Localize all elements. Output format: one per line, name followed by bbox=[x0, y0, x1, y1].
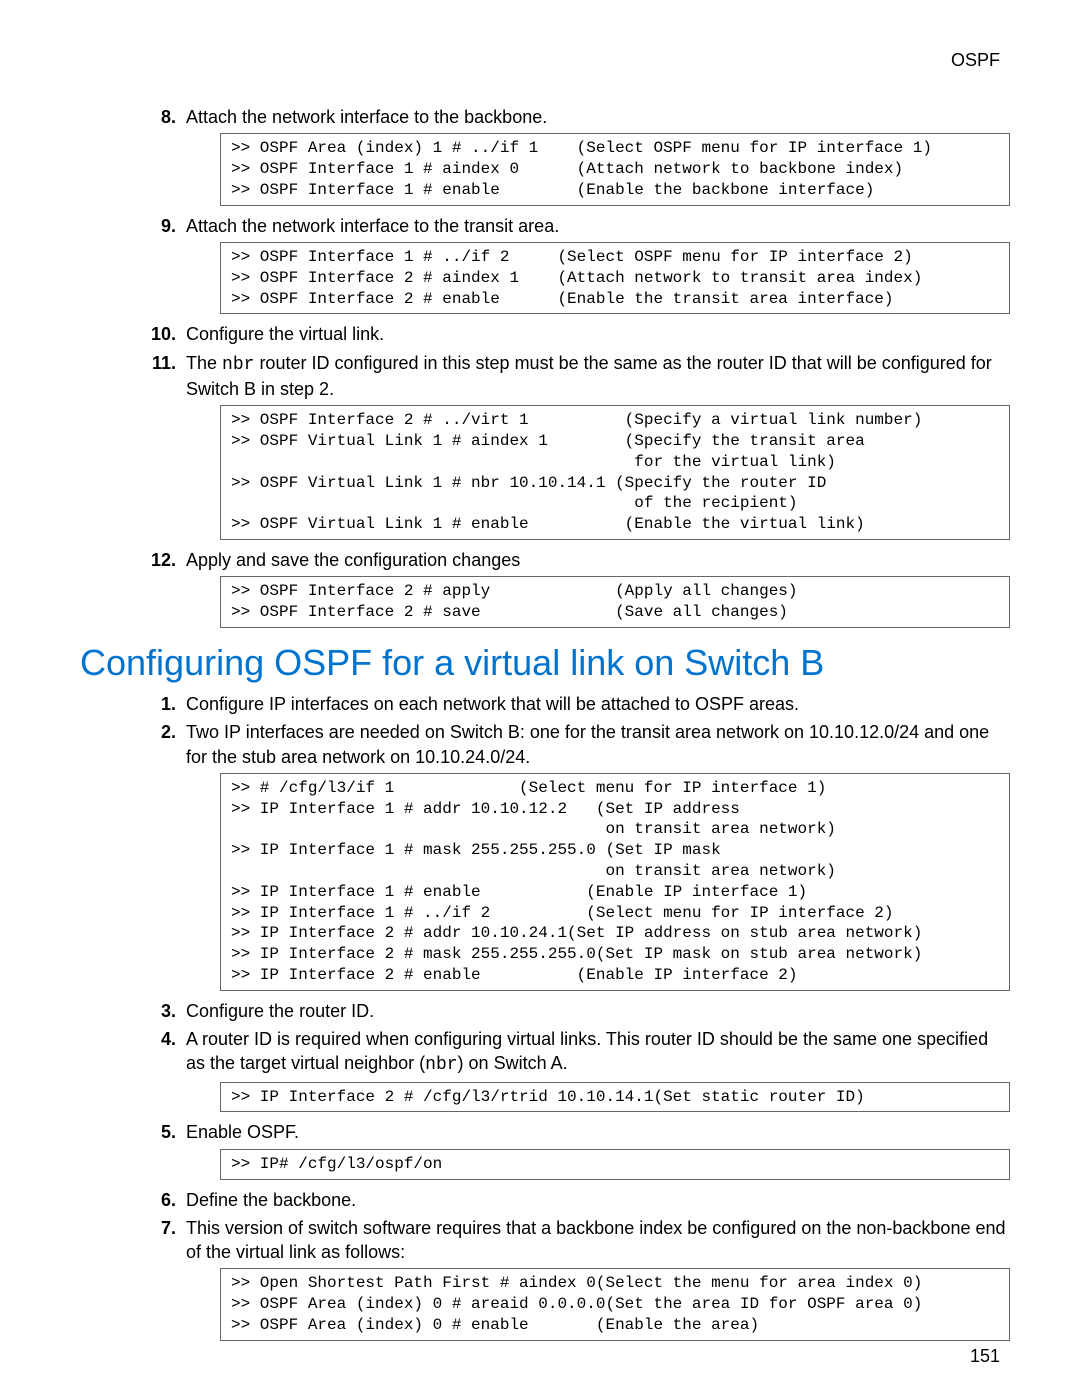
step-text-pre: The bbox=[186, 353, 222, 373]
step-text-post: ) on Switch A. bbox=[458, 1053, 568, 1073]
step-text: Configure the virtual link. bbox=[186, 322, 1010, 346]
code-block: >> Open Shortest Path First # aindex 0(S… bbox=[220, 1268, 1010, 1340]
step-number: 5. bbox=[142, 1120, 176, 1144]
code-block: >> OSPF Area (index) 1 # ../if 1 (Select… bbox=[220, 133, 1010, 205]
step-text: Two IP interfaces are needed on Switch B… bbox=[186, 720, 1010, 769]
step-text-post: router ID configured in this step must b… bbox=[186, 353, 992, 399]
step-row: 7. This version of switch software requi… bbox=[80, 1216, 1010, 1265]
step-row: 8. Attach the network interface to the b… bbox=[80, 105, 1010, 129]
code-block: >> IP# /cfg/l3/ospf/on bbox=[220, 1149, 1010, 1180]
step-row: 4. A router ID is required when configur… bbox=[80, 1027, 1010, 1078]
step-text: Define the backbone. bbox=[186, 1188, 1010, 1212]
step-number: 10. bbox=[142, 322, 176, 346]
step-number: 11. bbox=[142, 351, 176, 375]
step-row: 2. Two IP interfaces are needed on Switc… bbox=[80, 720, 1010, 769]
step-text: A router ID is required when configuring… bbox=[186, 1027, 1010, 1078]
step-row: 5. Enable OSPF. bbox=[80, 1120, 1010, 1144]
code-block: >> # /cfg/l3/if 1 (Select menu for IP in… bbox=[220, 773, 1010, 991]
step-number: 8. bbox=[142, 105, 176, 129]
inline-code: nbr bbox=[222, 355, 254, 375]
step-text: The nbr router ID configured in this ste… bbox=[186, 351, 1010, 402]
step-number: 4. bbox=[142, 1027, 176, 1051]
step-row: 6. Define the backbone. bbox=[80, 1188, 1010, 1212]
code-block: >> OSPF Interface 2 # apply (Apply all c… bbox=[220, 576, 1010, 628]
step-number: 12. bbox=[142, 548, 176, 572]
step-text: Attach the network interface to the back… bbox=[186, 105, 1010, 129]
step-number: 6. bbox=[142, 1188, 176, 1212]
code-block: >> OSPF Interface 1 # ../if 2 (Select OS… bbox=[220, 242, 1010, 314]
step-number: 3. bbox=[142, 999, 176, 1023]
step-row: 3. Configure the router ID. bbox=[80, 999, 1010, 1023]
code-block: >> IP Interface 2 # /cfg/l3/rtrid 10.10.… bbox=[220, 1082, 1010, 1113]
section-heading: Configuring OSPF for a virtual link on S… bbox=[80, 642, 1010, 684]
step-text-pre: A router ID is required when configuring… bbox=[186, 1029, 988, 1073]
document-page: OSPF 8. Attach the network interface to … bbox=[0, 0, 1080, 1397]
step-text: Enable OSPF. bbox=[186, 1120, 1010, 1144]
page-number: 151 bbox=[970, 1346, 1000, 1367]
step-text: Apply and save the configuration changes bbox=[186, 548, 1010, 572]
page-header-right: OSPF bbox=[951, 50, 1000, 71]
step-row: 12. Apply and save the configuration cha… bbox=[80, 548, 1010, 572]
step-number: 2. bbox=[142, 720, 176, 744]
step-row: 11. The nbr router ID configured in this… bbox=[80, 351, 1010, 402]
code-block: >> OSPF Interface 2 # ../virt 1 (Specify… bbox=[220, 405, 1010, 540]
step-text: Attach the network interface to the tran… bbox=[186, 214, 1010, 238]
step-text: Configure IP interfaces on each network … bbox=[186, 692, 1010, 716]
step-text: This version of switch software requires… bbox=[186, 1216, 1010, 1265]
step-row: 9. Attach the network interface to the t… bbox=[80, 214, 1010, 238]
step-text: Configure the router ID. bbox=[186, 999, 1010, 1023]
step-number: 9. bbox=[142, 214, 176, 238]
step-number: 7. bbox=[142, 1216, 176, 1240]
inline-code: nbr bbox=[425, 1055, 457, 1075]
step-row: 1. Configure IP interfaces on each netwo… bbox=[80, 692, 1010, 716]
step-row: 10. Configure the virtual link. bbox=[80, 322, 1010, 346]
page-content: 8. Attach the network interface to the b… bbox=[80, 105, 1010, 1341]
step-number: 1. bbox=[142, 692, 176, 716]
